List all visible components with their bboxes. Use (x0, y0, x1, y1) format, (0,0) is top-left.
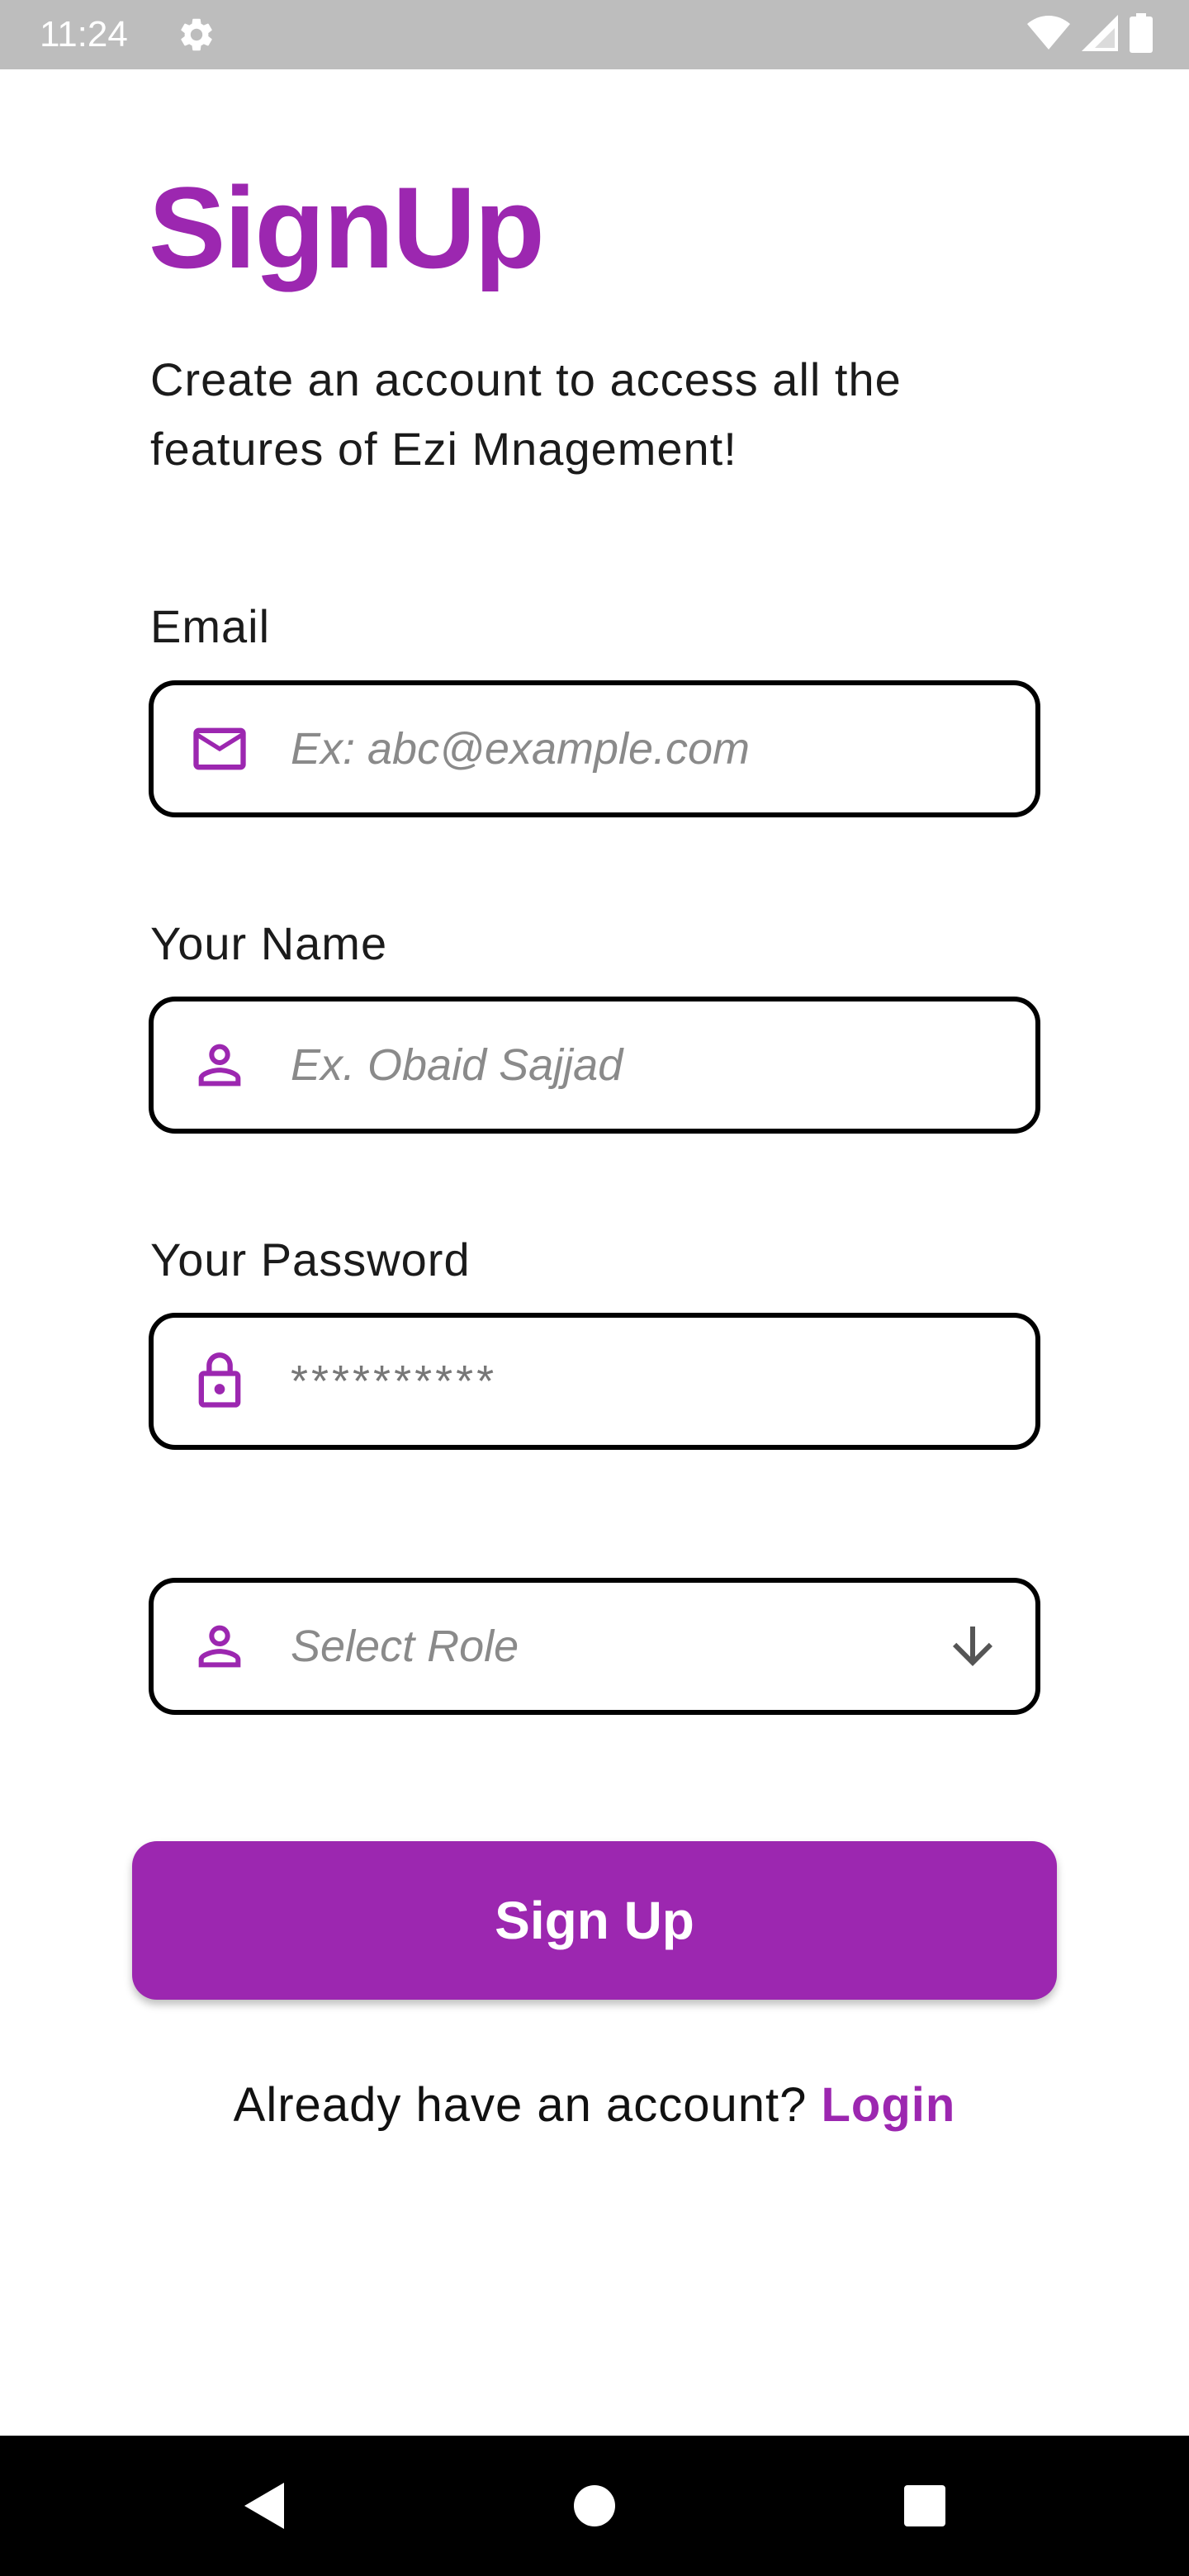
password-field[interactable] (149, 1313, 1040, 1450)
login-prompt-row: Already have an account? Login (0, 2074, 1189, 2137)
signup-button[interactable]: Sign Up (132, 1841, 1057, 2000)
page-title: SignUp (149, 163, 545, 292)
password-label: Your Password (150, 1234, 471, 1286)
person-icon (187, 1032, 253, 1098)
page-subtitle: Create an account to access all the feat… (150, 353, 902, 475)
email-input[interactable] (291, 685, 918, 812)
role-select-value: Select Role (291, 1622, 519, 1671)
name-input[interactable] (291, 1002, 918, 1129)
name-label: Your Name (150, 917, 388, 969)
person-icon (187, 1613, 253, 1679)
email-label: Email (150, 600, 271, 652)
arrow-down-icon[interactable] (943, 1617, 1002, 1676)
login-prompt-text: Already have an account? (233, 2078, 822, 2132)
password-input[interactable] (291, 1318, 918, 1445)
login-link[interactable]: Login (821, 2078, 955, 2132)
name-field[interactable] (149, 997, 1040, 1134)
battery-icon (1130, 12, 1153, 57)
status-icons (1027, 12, 1153, 57)
email-field[interactable] (149, 680, 1040, 817)
wifi-icon (1027, 15, 1070, 55)
status-bar: 11:24 (0, 0, 1189, 69)
mail-icon (187, 716, 253, 782)
recents-icon[interactable] (892, 2473, 958, 2539)
cell-signal-icon (1082, 14, 1118, 55)
status-time: 11:24 (40, 14, 128, 54)
gear-icon (177, 15, 216, 54)
role-select[interactable]: Select Role (149, 1578, 1040, 1715)
lock-icon (187, 1348, 253, 1414)
home-icon[interactable] (561, 2473, 628, 2539)
back-icon[interactable] (231, 2473, 297, 2539)
nav-bar (0, 2436, 1189, 2576)
